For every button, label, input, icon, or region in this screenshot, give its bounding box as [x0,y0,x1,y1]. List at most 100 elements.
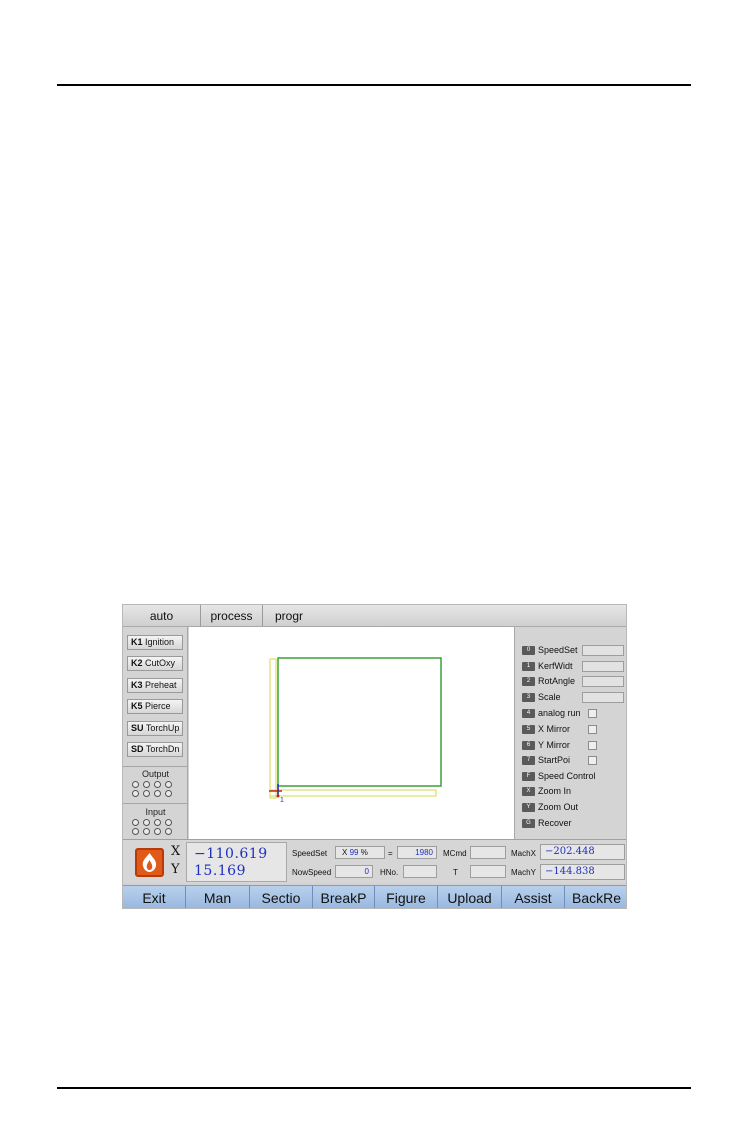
option-label: Y Mirror [538,740,570,750]
y-mirror-checkbox[interactable] [588,741,597,750]
option-y-mirror[interactable]: 6Y Mirror [522,739,570,752]
preheat-button[interactable]: K3 Preheat [127,678,183,693]
option-kerf-width[interactable]: 1 KerfWidt [522,660,573,673]
nowspeed-label: NowSpeed [292,868,332,877]
speed-x-label: X [342,848,348,857]
option-analog-run[interactable]: 4 analog run [522,707,581,720]
flame-icon [135,848,164,877]
key-label: TorchUp [145,723,180,733]
mcmd-label: MCmd [443,849,467,858]
key-code: SU [131,723,144,733]
nowspeed-field: 0 [335,865,373,878]
mcmd-field[interactable] [470,846,506,859]
pierce-button[interactable]: K5 Pierce [127,699,183,714]
speed-value-field[interactable]: 1980 [397,846,437,859]
output-led [143,790,150,797]
key-code: K1 [131,637,143,647]
key-code: K5 [131,701,143,711]
x-mirror-checkbox[interactable] [588,725,597,734]
key-label: Pierce [145,701,171,711]
option-speed-control[interactable]: F Speed Control [522,770,596,783]
kerf-outline-bottom [269,789,437,797]
machy-value: −144.838 [540,864,625,880]
option-label: Recover [538,818,572,828]
start-point-checkbox[interactable] [588,756,597,765]
back-return-button[interactable]: BackRe [565,886,626,908]
section-button[interactable]: Sectio [250,886,313,908]
hno-field[interactable] [403,865,437,878]
tab-auto[interactable]: auto [123,605,201,627]
key-x-icon: X [522,787,535,797]
tab-process[interactable]: process [201,605,263,627]
option-zoom-in[interactable]: X Zoom In [522,785,571,798]
option-x-mirror[interactable]: 5X Mirror [522,723,570,736]
output-led [154,790,161,797]
input-led [132,828,139,835]
t-label: T [453,868,458,877]
cut-oxy-button[interactable]: K2 CutOxy [127,656,183,671]
kerf-width-field[interactable] [582,661,624,672]
option-label: RotAngle [538,676,576,686]
divider [123,803,187,804]
speedset-field[interactable] [582,645,624,656]
option-rot-angle[interactable]: 2 RotAngle [522,675,575,688]
x-coordinate: −110.619 [194,846,268,862]
input-label: Input [145,807,166,817]
output-led [165,790,172,797]
option-label: StartPoi [538,755,571,765]
option-scale[interactable]: 3 Scale [522,691,561,704]
exit-button[interactable]: Exit [123,886,186,908]
t-field[interactable] [470,865,506,878]
upload-button[interactable]: Upload [438,886,502,908]
key-code: K3 [131,680,143,690]
speedset-label: SpeedSet [292,849,328,858]
hno-label: HNo. [380,868,399,877]
output-led [143,781,150,788]
key-4-icon: 4 [522,709,535,719]
breakpoint-button[interactable]: BreakP [313,886,375,908]
torch-down-button[interactable]: SD TorchDn [127,742,183,757]
rot-angle-field[interactable] [582,676,624,687]
tab-progr[interactable]: progr [263,605,317,627]
key-code: K2 [131,658,143,668]
torch-up-button[interactable]: SU TorchUp [127,721,183,736]
input-led [165,819,172,826]
key-0-icon: 0 [522,646,535,656]
start-point-number: 1 [280,797,284,804]
machx-value: −202.448 [540,844,625,860]
input-led [154,819,161,826]
option-label: analog run [538,708,581,718]
key-g-icon: G [522,819,535,829]
output-led [165,781,172,788]
option-recover[interactable]: G Recover [522,817,572,830]
key-label: TorchDn [145,744,180,754]
key-f-icon: F [522,772,535,782]
assist-button[interactable]: Assist [502,886,565,908]
figure-button[interactable]: Figure [375,886,438,908]
machx-label: MachX [511,849,536,858]
key-label: Preheat [145,680,177,690]
scale-field[interactable] [582,692,624,703]
coordinate-display: −110.619 15.169 [186,842,287,882]
key-7-icon: 7 [522,756,535,766]
speed-percent-field[interactable]: X 99 % [335,846,385,859]
key-1-icon: 1 [522,662,535,672]
cutting-path-drawing: 1 [269,657,442,804]
option-zoom-out[interactable]: Y Zoom Out [522,801,578,814]
option-speedset[interactable]: 0 SpeedSet [522,644,578,657]
manual-button[interactable]: Man [186,886,250,908]
key-label: Ignition [145,637,175,647]
option-label: KerfWidt [538,661,573,671]
key-label: CutOxy [145,658,176,668]
option-start-point[interactable]: 7 StartPoi [522,754,570,767]
machy-label: MachY [511,868,536,877]
option-label: Scale [538,692,561,702]
options-panel: 0 SpeedSet 1 KerfWidt 2 RotAngle 3 Scale 4 an… [514,627,626,839]
analog-run-checkbox[interactable] [588,709,597,718]
input-led [154,828,161,835]
output-led [132,790,139,797]
footer-rule [57,1087,691,1089]
cut-path-rectangle [277,657,442,787]
cutting-path-canvas[interactable]: 1 [189,627,514,839]
ignition-button[interactable]: K1 Ignition [127,635,183,650]
